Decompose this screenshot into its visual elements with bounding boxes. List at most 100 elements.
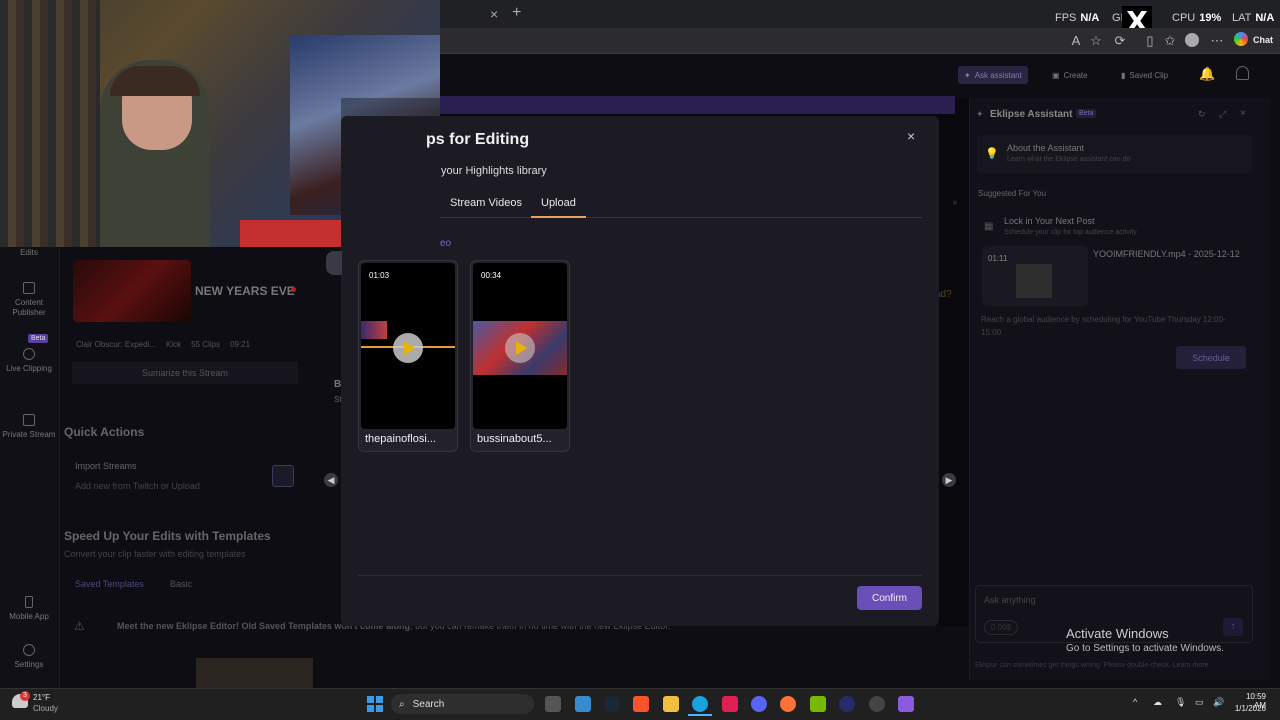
modal-footer-divider [358, 575, 922, 576]
favorite-star-icon[interactable]: ☆ [1088, 33, 1104, 49]
speaker-icon[interactable]: 🔊 [1213, 697, 1224, 708]
capcut-icon[interactable] [722, 696, 738, 712]
camera-icon [23, 414, 35, 426]
modal-close-icon[interactable]: × [907, 128, 915, 144]
nvidia-icon[interactable] [810, 696, 826, 712]
tab-divider [440, 217, 922, 218]
weather-desc: Cloudy [33, 704, 58, 713]
gear-icon [23, 644, 35, 656]
sidebar-item-settings[interactable]: Settings [0, 644, 58, 670]
import-streams-title[interactable]: Import Streams [75, 461, 137, 471]
extensions-icon[interactable]: ⟳ [1112, 33, 1128, 49]
brave-icon[interactable] [633, 696, 649, 712]
windows-start-icon[interactable] [367, 696, 383, 712]
sidebar-item-private-stream[interactable]: Private Stream [0, 414, 58, 440]
templates-sub: Convert your clip faster with editing te… [64, 549, 246, 559]
next-arrow-icon[interactable]: ▶ [942, 473, 956, 487]
read-aloud-icon[interactable]: A [1068, 33, 1084, 49]
search-icon: ⌕ [399, 698, 405, 710]
learn-more-link[interactable]: Learn more [1173, 662, 1209, 669]
sidebar-item-content-publisher[interactable]: Content Publisher [0, 282, 58, 318]
clip-preview-image [1016, 264, 1052, 298]
search-label: Search [412, 698, 445, 710]
upload-video-link[interactable]: eo [440, 238, 451, 249]
bell-icon[interactable]: 🔔 [1199, 66, 1215, 82]
live-icon [23, 348, 35, 360]
clip-thumbnail: 01:03 [361, 263, 455, 429]
discord-icon[interactable] [751, 696, 767, 712]
clip-duration: 00:34 [481, 271, 502, 280]
lat-readout: LAT N/A [1232, 12, 1275, 24]
sidebar-item-live-clipping[interactable]: Live Clipping [0, 348, 58, 374]
sidebar-item-mobile-app[interactable]: Mobile App [0, 596, 58, 622]
about-sub: Learn what the Eklipse assistant can do [1007, 156, 1131, 163]
steam-icon[interactable] [604, 696, 620, 712]
split-screen-icon[interactable]: ▯ [1142, 33, 1158, 49]
clock-date[interactable]: 1/1/2026 [1234, 704, 1266, 713]
tab-stream-videos[interactable]: Stream Videos [450, 197, 522, 209]
edge-icon[interactable] [692, 696, 708, 712]
copilot-icon[interactable] [1234, 32, 1248, 46]
clip-duration: 01:03 [369, 271, 390, 280]
shoe-shelf [0, 0, 100, 247]
weather-temp[interactable]: 21°F [33, 693, 50, 702]
grid-app-icon[interactable] [898, 696, 914, 712]
import-icon[interactable] [272, 465, 294, 487]
about-assistant-card[interactable] [977, 135, 1252, 173]
microphone-icon[interactable]: 🎙 [1175, 697, 1186, 708]
clip-card[interactable]: 01:03 thepainoflosi... [358, 260, 458, 452]
clip-card[interactable]: 00:34 bussinabout5... [470, 260, 570, 452]
stream-thumbnail[interactable] [73, 260, 191, 322]
pill-edge [326, 251, 342, 275]
tab-upload[interactable]: Upload [541, 197, 576, 209]
monitor-icon[interactable]: ▭ [1195, 697, 1204, 708]
send-icon[interactable]: ↑ [1223, 618, 1243, 636]
notepad-icon[interactable] [575, 696, 591, 712]
cloud-sync-icon[interactable]: ☁ [1153, 697, 1162, 708]
calendar-icon: ▦ [984, 221, 994, 232]
tab-saved-templates[interactable]: Saved Templates [75, 579, 144, 589]
user-icon[interactable] [1236, 66, 1249, 80]
tab-basic[interactable]: Basic [170, 579, 192, 589]
suggested-heading: Suggested For You [978, 189, 1047, 198]
new-tab-button[interactable]: + [512, 4, 521, 22]
close-assistant-icon[interactable]: × [1240, 108, 1246, 119]
reach-text: Reach a global audience by scheduling fo… [981, 315, 1226, 337]
profile-avatar[interactable] [1185, 33, 1199, 47]
assistant-title: Eklipse Assistant [990, 109, 1073, 120]
bookmark-icon: ▮ [1121, 70, 1126, 80]
ask-assistant-button[interactable]: ✦ Ask assistant [958, 66, 1028, 84]
favorites-icon[interactable]: ✩ [1162, 33, 1178, 49]
modal-title: ps for Editing [426, 131, 530, 148]
firefox-icon[interactable] [780, 696, 796, 712]
saved-clip-button[interactable]: ▮ Saved Clip [1115, 66, 1174, 84]
play-icon[interactable] [393, 333, 423, 363]
play-icon[interactable] [505, 333, 535, 363]
file-explorer-icon[interactable] [663, 696, 679, 712]
live-dot [291, 287, 296, 292]
more-menu-icon[interactable]: ⋯ [1209, 33, 1225, 49]
create-button[interactable]: ▣ Create [1046, 66, 1094, 84]
activate-windows-title: Activate Windows [1066, 626, 1169, 641]
task-view-icon[interactable] [545, 696, 561, 712]
obs-icon[interactable] [869, 696, 885, 712]
prev-arrow-icon[interactable]: ◀ [324, 473, 338, 487]
schedule-button[interactable]: Schedule [1176, 346, 1246, 369]
confirm-button[interactable]: Confirm [857, 586, 922, 610]
preview-thumbnail [196, 658, 313, 688]
sparkle-icon: ✦ [964, 70, 971, 80]
clip-thumbnail: 00:34 [473, 263, 567, 429]
sidebar-item-edits[interactable]: Edits [0, 248, 58, 258]
tray-chevron-icon[interactable]: ^ [1133, 697, 1137, 707]
banner-strip [440, 96, 955, 114]
create-icon: ▣ [1052, 70, 1060, 80]
ask-input[interactable]: Ask anything [984, 595, 1036, 605]
close-tab-icon[interactable]: × [490, 6, 498, 22]
taskbar-search[interactable]: ⌕ Search [391, 694, 534, 714]
headphones-image [110, 66, 200, 96]
expand-icon[interactable]: ⤢ [1219, 109, 1226, 120]
app-icon[interactable] [839, 696, 855, 712]
refresh-icon[interactable]: ↻ [1198, 109, 1206, 120]
chat-label[interactable]: Chat [1253, 35, 1273, 45]
summarize-stream-button[interactable]: Sumarize this Stream [72, 362, 298, 384]
